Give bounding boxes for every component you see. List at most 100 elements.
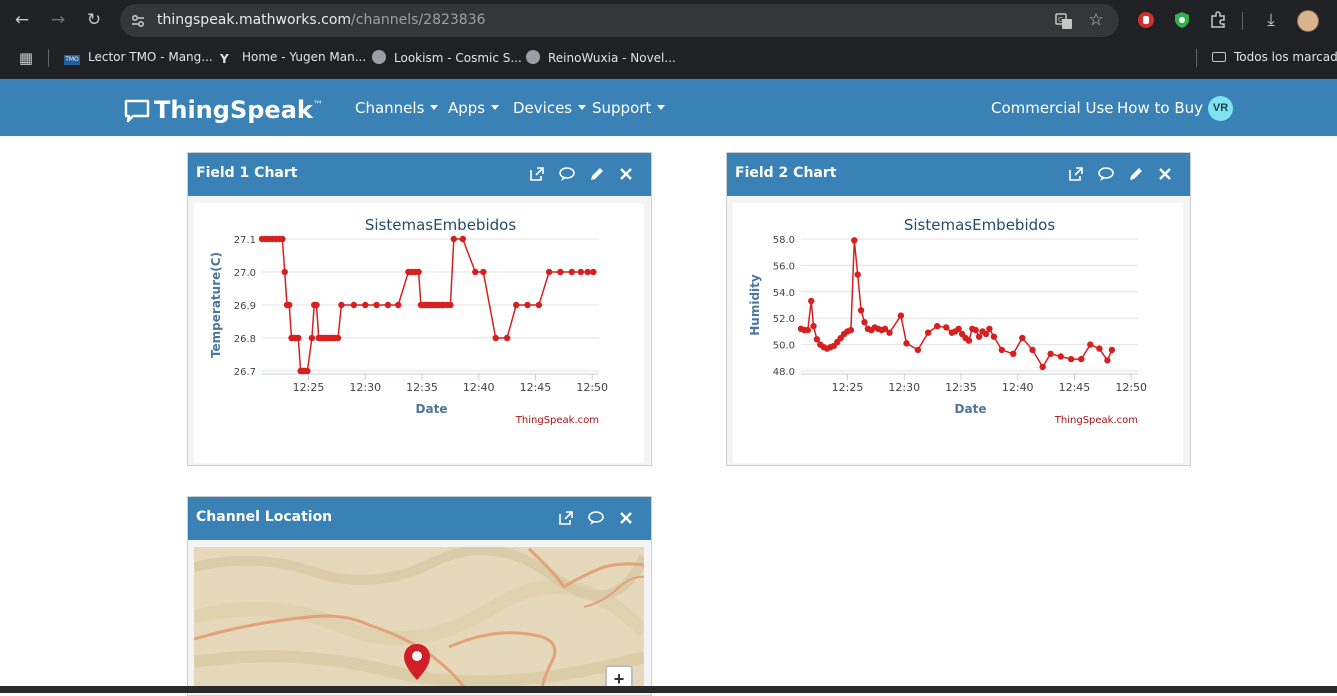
comment-icon[interactable] bbox=[558, 165, 576, 183]
data-point bbox=[480, 268, 487, 276]
humidity-chart: SistemasEmbebidos 48.0 50.0 52.0 54.0 56.0 58.… bbox=[748, 216, 1147, 426]
chart-area: SistemasEmbebidos 26.7 26.8 26.9 27.0 27.1 12:… bbox=[194, 203, 644, 463]
data-point bbox=[897, 312, 905, 319]
bookmark-item[interactable]: ReinoWuxia - Novel... bbox=[526, 50, 676, 65]
brand-name: ThingSpeak bbox=[154, 96, 313, 124]
data-point bbox=[279, 235, 286, 243]
globe-icon bbox=[526, 50, 540, 64]
bookmark-item[interactable]: Lookism - Cosmic S... bbox=[372, 50, 522, 65]
x-tick-label: 12:30 bbox=[888, 381, 920, 394]
data-point bbox=[861, 319, 868, 326]
address-bar[interactable]: thingspeak.mathworks.com/channels/282383… bbox=[120, 4, 1119, 37]
reload-icon[interactable]: ↻ bbox=[82, 10, 106, 30]
site-navbar: ThingSpeak™ Channels Apps Devices Suppor… bbox=[0, 79, 1337, 136]
bookmark-item[interactable]: Y Home - Yugen Man... bbox=[220, 50, 366, 66]
data-point bbox=[295, 334, 302, 342]
map-marker-icon[interactable] bbox=[402, 642, 432, 682]
data-point bbox=[804, 326, 811, 334]
all-bookmarks[interactable]: Todos los marcado bbox=[1212, 50, 1337, 64]
data-point bbox=[513, 301, 520, 309]
profile-avatar[interactable] bbox=[1297, 10, 1319, 32]
y-tick-label: 27.0 bbox=[234, 268, 256, 279]
x-axis-title: Date bbox=[416, 402, 448, 416]
data-point bbox=[1108, 346, 1116, 354]
y-tick-label: 52.0 bbox=[773, 314, 795, 325]
y-tick-label: 54.0 bbox=[773, 288, 795, 299]
back-arrow-icon[interactable]: ← bbox=[10, 10, 34, 30]
bookmark-item[interactable]: TMO Lector TMO - Mang... bbox=[64, 50, 213, 65]
pencil-icon[interactable] bbox=[1127, 165, 1145, 183]
channel-location-panel: Channel Location + bbox=[187, 496, 652, 696]
y-tick-label: 56.0 bbox=[773, 261, 795, 272]
download-icon[interactable]: ⤓ bbox=[1259, 10, 1283, 30]
caret-down-icon bbox=[430, 105, 439, 110]
pencil-icon[interactable] bbox=[588, 165, 606, 183]
external-link-icon[interactable] bbox=[1067, 165, 1085, 183]
external-link-icon[interactable] bbox=[557, 509, 575, 527]
comment-icon[interactable] bbox=[1097, 165, 1115, 183]
os-taskbar bbox=[0, 686, 1337, 693]
url-text: thingspeak.mathworks.com/channels/282383… bbox=[157, 12, 486, 28]
nav-apps[interactable]: Apps bbox=[448, 99, 500, 117]
data-point bbox=[857, 307, 865, 314]
user-avatar[interactable]: VR bbox=[1208, 96, 1233, 121]
data-point bbox=[986, 325, 993, 332]
extension-shield-icon[interactable] bbox=[1173, 11, 1191, 29]
data-point bbox=[965, 337, 973, 344]
chart-title: SistemasEmbebidos bbox=[904, 216, 1055, 234]
x-tick-label: 12:45 bbox=[1059, 381, 1091, 394]
nav-label: Channels bbox=[355, 99, 425, 117]
translate-icon[interactable]: G bbox=[1055, 12, 1073, 30]
extension-red-icon[interactable] bbox=[1137, 11, 1155, 29]
data-point bbox=[450, 235, 457, 243]
trademark: ™ bbox=[312, 100, 323, 111]
bookmark-label: Lookism - Cosmic S... bbox=[394, 51, 522, 65]
data-point bbox=[577, 268, 584, 276]
folder-icon bbox=[1212, 52, 1226, 62]
x-tick-label: 12:45 bbox=[520, 381, 552, 394]
extensions-puzzle-icon[interactable] bbox=[1209, 11, 1227, 29]
data-point bbox=[568, 268, 575, 276]
data-point bbox=[886, 329, 893, 336]
data-point bbox=[854, 271, 861, 278]
data-point bbox=[334, 334, 342, 342]
y-axis-title: Humidity bbox=[748, 274, 762, 336]
close-icon[interactable] bbox=[1156, 165, 1174, 183]
data-point bbox=[373, 301, 380, 309]
close-icon[interactable] bbox=[617, 509, 635, 527]
data-point bbox=[943, 324, 950, 331]
data-point bbox=[1057, 353, 1064, 360]
data-point bbox=[1039, 363, 1046, 371]
close-icon[interactable] bbox=[617, 165, 635, 183]
y-tick-label: 26.9 bbox=[234, 301, 256, 312]
data-point bbox=[384, 301, 392, 309]
url-host: thingspeak.mathworks.com bbox=[157, 12, 352, 28]
site-settings-icon[interactable] bbox=[130, 13, 146, 29]
external-link-icon[interactable] bbox=[528, 165, 546, 183]
data-point bbox=[304, 367, 311, 375]
comment-icon[interactable] bbox=[587, 509, 605, 527]
data-point bbox=[415, 268, 422, 276]
yugen-favicon: Y bbox=[220, 52, 229, 66]
series-line bbox=[800, 240, 1113, 369]
bookmarks-divider bbox=[48, 49, 49, 67]
x-tick-label: 12:50 bbox=[1115, 381, 1147, 394]
x-axis-title: Date bbox=[955, 402, 987, 416]
data-point bbox=[1019, 334, 1026, 342]
forward-arrow-icon[interactable]: → bbox=[46, 10, 70, 30]
panel-header: Field 2 Chart bbox=[727, 153, 1190, 196]
y-tick-label: 58.0 bbox=[773, 235, 795, 246]
nav-channels[interactable]: Channels bbox=[355, 99, 439, 117]
bookmark-star-icon[interactable]: ☆ bbox=[1084, 10, 1108, 30]
location-map[interactable]: + bbox=[194, 547, 644, 687]
apps-grid-icon[interactable]: ▦ bbox=[14, 48, 38, 68]
data-point bbox=[492, 334, 499, 342]
chart-credit: ThingSpeak.com bbox=[515, 415, 599, 426]
svg-text:G: G bbox=[1058, 16, 1063, 24]
zoom-in-button[interactable]: + bbox=[605, 665, 633, 687]
nav-how-to-buy[interactable]: How to Buy bbox=[1117, 99, 1203, 117]
nav-devices[interactable]: Devices bbox=[513, 99, 587, 117]
nav-support[interactable]: Support bbox=[592, 99, 666, 117]
nav-commercial-use[interactable]: Commercial Use bbox=[991, 99, 1114, 117]
bookmark-label: Lector TMO - Mang... bbox=[88, 50, 213, 64]
